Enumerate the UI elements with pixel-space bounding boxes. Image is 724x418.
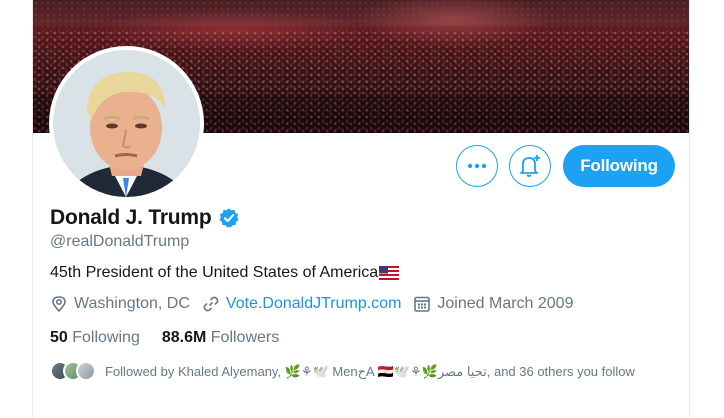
name-row: Donald J. Trump [50,206,240,230]
website-link[interactable]: Vote.DonaldJTrump.com [226,295,401,313]
avatar-photo [53,50,200,197]
following-label: Following [72,329,140,346]
notification-bell-icon [520,155,540,177]
followers-label: Followers [210,329,280,346]
location-item: Washington, DC [50,295,190,313]
followers-stat[interactable]: 88.6M Followers [162,329,279,347]
more-icon [467,163,487,169]
us-flag-icon [379,266,400,280]
joined-item: Joined March 2009 [413,295,573,313]
following-button[interactable]: Following [563,145,675,187]
followed-by-text: Followed by Khaled Alyemany, 🌿⚘🕊️ MenحA … [105,364,635,379]
avatar [76,361,96,381]
bio-text: 45th President of the United States of A… [50,264,379,281]
profile-meta: Washington, DC Vote.DonaldJTrump.com Joi… [50,295,585,313]
location-icon [52,296,66,313]
following-stat[interactable]: 50 Following [50,329,140,347]
display-name: Donald J. Trump [50,206,212,229]
website-item: Vote.DonaldJTrump.com [202,295,401,313]
mutual-avatars [50,361,100,383]
calendar-icon [414,296,431,312]
link-icon [203,296,219,312]
followers-count: 88.6M [161,329,207,346]
profile-bio: 45th President of the United States of A… [50,264,400,282]
following-count: 50 [50,329,68,346]
user-handle: @realDonaldTrump [50,233,190,250]
profile-avatar[interactable] [49,46,204,201]
verified-badge-icon [219,208,238,228]
notifications-button[interactable] [509,145,551,187]
joined-text: Joined March 2009 [437,295,574,312]
profile-stats: 50 Following 88.6M Followers [50,329,301,347]
followed-by-row[interactable]: Followed by Khaled Alyemany, 🌿⚘🕊️ MenحA … [50,360,670,383]
more-button[interactable] [456,145,498,187]
location-text: Washington, DC [74,295,190,312]
profile-card: Following Donald J. Trump @realDonaldTru… [32,0,690,418]
